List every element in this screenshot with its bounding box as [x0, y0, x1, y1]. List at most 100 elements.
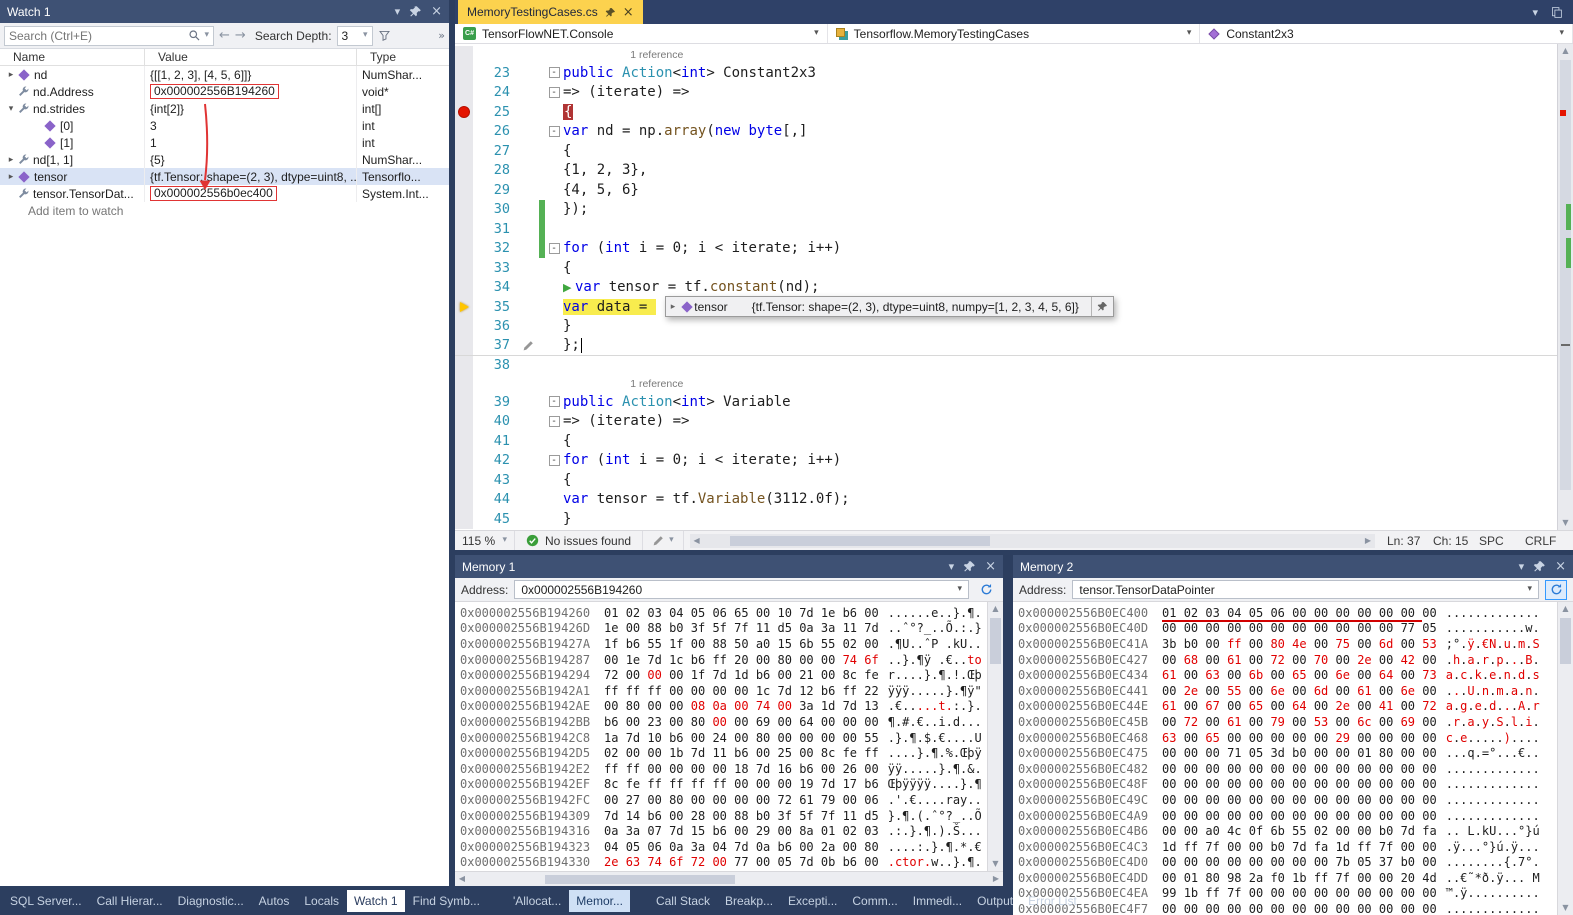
- hex-bytes[interactable]: 00 00 00 00 00 00 00 00 00 00 00 00 00: [1162, 809, 1437, 823]
- code-line[interactable]: 30 });: [455, 200, 1557, 220]
- address-combo[interactable]: tensor.TensorDataPointer ▾: [1072, 580, 1539, 599]
- zoom-control[interactable]: 115 % ▾: [455, 531, 515, 550]
- document-tab[interactable]: MemoryTestingCases.cs ×: [458, 0, 643, 24]
- code-line[interactable]: 38: [455, 356, 1557, 376]
- breakpoint-gutter[interactable]: [455, 63, 473, 83]
- hex-bytes[interactable]: 00 00 00 00 00 00 00 00 00 00 00 00 00: [1162, 902, 1437, 915]
- taskbar-tab-diagnostic[interactable]: Diagnostic...: [171, 890, 251, 912]
- column-header-name[interactable]: Name: [0, 49, 145, 65]
- hex-bytes[interactable]: ff ff ff 00 00 00 00 1c 7d 12 b6 ff 22: [604, 684, 879, 698]
- watch-value[interactable]: {[[1, 2, 3], [4, 5, 6]]}: [145, 66, 357, 83]
- close-icon[interactable]: ×: [623, 6, 634, 19]
- fold-margin[interactable]: -: [545, 243, 563, 254]
- column-header-type[interactable]: Type: [357, 49, 449, 65]
- hex-bytes[interactable]: 00 80 00 00 08 0a 00 74 00 3a 1d 7d 13: [604, 699, 879, 713]
- hex-bytes[interactable]: 1f b6 55 1f 00 88 50 a0 15 6b 55 02 00: [604, 637, 879, 651]
- breakpoint-gutter[interactable]: [455, 141, 473, 161]
- breakpoint-gutter[interactable]: [455, 180, 473, 200]
- watch-titlebar[interactable]: Watch 1 ▾×: [0, 0, 449, 23]
- fold-margin[interactable]: -: [545, 455, 563, 466]
- scroll-down-icon[interactable]: ▼: [1558, 901, 1573, 915]
- taskbar-tab-sql-server[interactable]: SQL Server...: [3, 890, 89, 912]
- hex-bytes[interactable]: 00 00 00 00 00 00 00 00 00 00 00 00 00: [1162, 762, 1437, 776]
- code-line[interactable]: 32- for (int i = 0; i < iterate; i++): [455, 239, 1557, 259]
- hex-bytes[interactable]: 0a 3a 07 7d 15 b6 00 29 00 8a 01 02 03: [604, 824, 879, 838]
- fold-toggle[interactable]: -: [549, 455, 560, 466]
- pin-icon[interactable]: [963, 560, 976, 573]
- code-line[interactable]: 39- public Action<int> Variable: [455, 392, 1557, 412]
- hex-bytes[interactable]: 99 1b ff 7f 00 00 00 00 00 00 00 00 00: [1162, 886, 1437, 900]
- hex-bytes[interactable]: 8c fe ff ff ff ff 00 00 00 19 7d 17 b6: [604, 777, 879, 791]
- hex-bytes[interactable]: 61 00 63 00 6b 00 65 00 6e 00 64 00 73: [1162, 668, 1437, 682]
- breakpoint-icon[interactable]: [458, 106, 470, 118]
- hex-bytes[interactable]: 01 02 03 04 05 06 65 00 10 7d 1e b6 00: [604, 606, 879, 620]
- navbar-dropdown-1[interactable]: Tensorflow.MemoryTestingCases▾: [828, 24, 1201, 43]
- fold-margin[interactable]: -: [545, 416, 563, 427]
- fold-toggle[interactable]: -: [549, 126, 560, 137]
- scroll-left-icon[interactable]: ◀: [690, 534, 704, 548]
- hex-bytes[interactable]: 1d ff 7f 00 00 b0 7d fa 1d ff 7f 00 00: [1162, 840, 1437, 854]
- breakpoint-gutter[interactable]: [455, 431, 473, 451]
- code-line[interactable]: 36 }: [455, 317, 1557, 337]
- hex-bytes[interactable]: 63 00 65 00 00 00 00 00 29 00 00 00 00: [1162, 731, 1437, 745]
- breakpoint-gutter[interactable]: [455, 470, 473, 490]
- hex-bytes[interactable]: 01 02 03 04 05 06 00 00 00 00 00 00 00: [1162, 606, 1437, 620]
- watch-row[interactable]: [0]3int: [0, 117, 449, 134]
- window-list-icon[interactable]: [1550, 6, 1563, 19]
- hex-bytes[interactable]: 00 00 a0 4c 0f 6b 55 02 00 00 b0 7d fa: [1162, 824, 1437, 838]
- watch-row[interactable]: ▸nd[1, 1]{5}NumShar...: [0, 151, 449, 168]
- memory1-vertical-scrollbar[interactable]: ▲ ▼: [987, 602, 1003, 871]
- memory2-hex-view[interactable]: 0x000002556B0EC40001 02 03 04 05 06 00 0…: [1013, 602, 1557, 915]
- hex-bytes[interactable]: 00 68 00 61 00 72 00 70 00 2e 00 42 00: [1162, 653, 1437, 667]
- scroll-left-icon[interactable]: ◀: [455, 872, 469, 886]
- breakpoint-gutter[interactable]: [455, 239, 473, 259]
- hex-bytes[interactable]: 04 05 06 0a 3a 04 7d 0a b6 00 2a 00 80: [604, 840, 879, 854]
- taskbar-tab-autos[interactable]: Autos: [252, 890, 297, 912]
- scroll-up-icon[interactable]: ▲: [1558, 44, 1573, 58]
- taskbar-tab-excepti[interactable]: Excepti...: [781, 890, 844, 912]
- close-icon[interactable]: ×: [431, 5, 442, 18]
- breakpoint-gutter[interactable]: [455, 122, 473, 142]
- editor-horizontal-scrollbar[interactable]: ◀ ▶: [690, 534, 1375, 548]
- chevron-down-icon[interactable]: ▾: [1519, 561, 1525, 572]
- code-line[interactable]: 33 {: [455, 258, 1557, 278]
- breakpoint-gutter[interactable]: [455, 297, 473, 317]
- memory2-vertical-scrollbar[interactable]: ▲ ▼: [1557, 602, 1573, 915]
- taskbar-tab-memor[interactable]: Memor...: [569, 890, 630, 912]
- pin-icon[interactable]: [605, 7, 616, 18]
- tree-expand-icon[interactable]: ▸: [5, 70, 17, 80]
- watch-row[interactable]: [1]1int: [0, 134, 449, 151]
- hex-bytes[interactable]: 00 27 00 80 00 00 00 00 72 61 79 00 06: [604, 793, 879, 807]
- watch-value[interactable]: {tf.Tensor: shape=(2, 3), dtype=uint8, .…: [145, 168, 357, 185]
- fold-toggle[interactable]: -: [549, 416, 560, 427]
- watch-row[interactable]: nd.Address0x000002556B194260void*: [0, 83, 449, 100]
- fold-toggle[interactable]: -: [549, 396, 560, 407]
- taskbar-tab-watch-1[interactable]: Watch 1: [347, 890, 405, 912]
- code-line[interactable]: 27 {: [455, 141, 1557, 161]
- watch-row[interactable]: ▸tensor{tf.Tensor: shape=(2, 3), dtype=u…: [0, 168, 449, 185]
- breakpoint-gutter[interactable]: [455, 83, 473, 103]
- taskbar-tab-allocat[interactable]: 'Allocat...: [506, 890, 568, 912]
- chevron-down-icon[interactable]: ▾: [957, 585, 962, 594]
- hex-bytes[interactable]: b6 00 23 00 80 00 00 69 00 64 00 00 00: [604, 715, 879, 729]
- fold-toggle[interactable]: -: [549, 67, 560, 78]
- tab-list-chevron-icon[interactable]: ▾: [1532, 7, 1538, 18]
- arrow-right-icon[interactable]: →: [235, 29, 246, 42]
- hex-bytes[interactable]: 1e 00 88 b0 3f 5f 7f 11 d5 0a 3a 11 7d: [604, 621, 879, 635]
- fold-margin[interactable]: -: [545, 396, 563, 407]
- memory2-titlebar[interactable]: Memory 2 ▾×: [1013, 555, 1573, 578]
- code-line[interactable]: 29 {4, 5, 6}: [455, 180, 1557, 200]
- watch-row[interactable]: ▸nd{[[1, 2, 3], [4, 5, 6]]}NumShar...: [0, 66, 449, 83]
- watch-value[interactable]: 0x000002556B194260: [145, 83, 357, 100]
- watch-value[interactable]: {5}: [145, 151, 357, 168]
- arrow-left-icon[interactable]: ←: [219, 29, 230, 42]
- scrollbar-thumb[interactable]: [1560, 618, 1571, 664]
- search-icon[interactable]: [188, 29, 201, 42]
- hex-bytes[interactable]: 00 01 80 98 2a f0 1b ff 7f 00 00 20 4d: [1162, 871, 1437, 885]
- scroll-down-icon[interactable]: ▼: [988, 857, 1003, 871]
- taskbar-tab-comm[interactable]: Comm...: [845, 890, 904, 912]
- breakpoint-gutter[interactable]: [455, 356, 473, 376]
- breakpoint-gutter[interactable]: [455, 317, 473, 337]
- pin-icon[interactable]: [1091, 297, 1113, 316]
- pencil-icon[interactable]: [522, 339, 535, 352]
